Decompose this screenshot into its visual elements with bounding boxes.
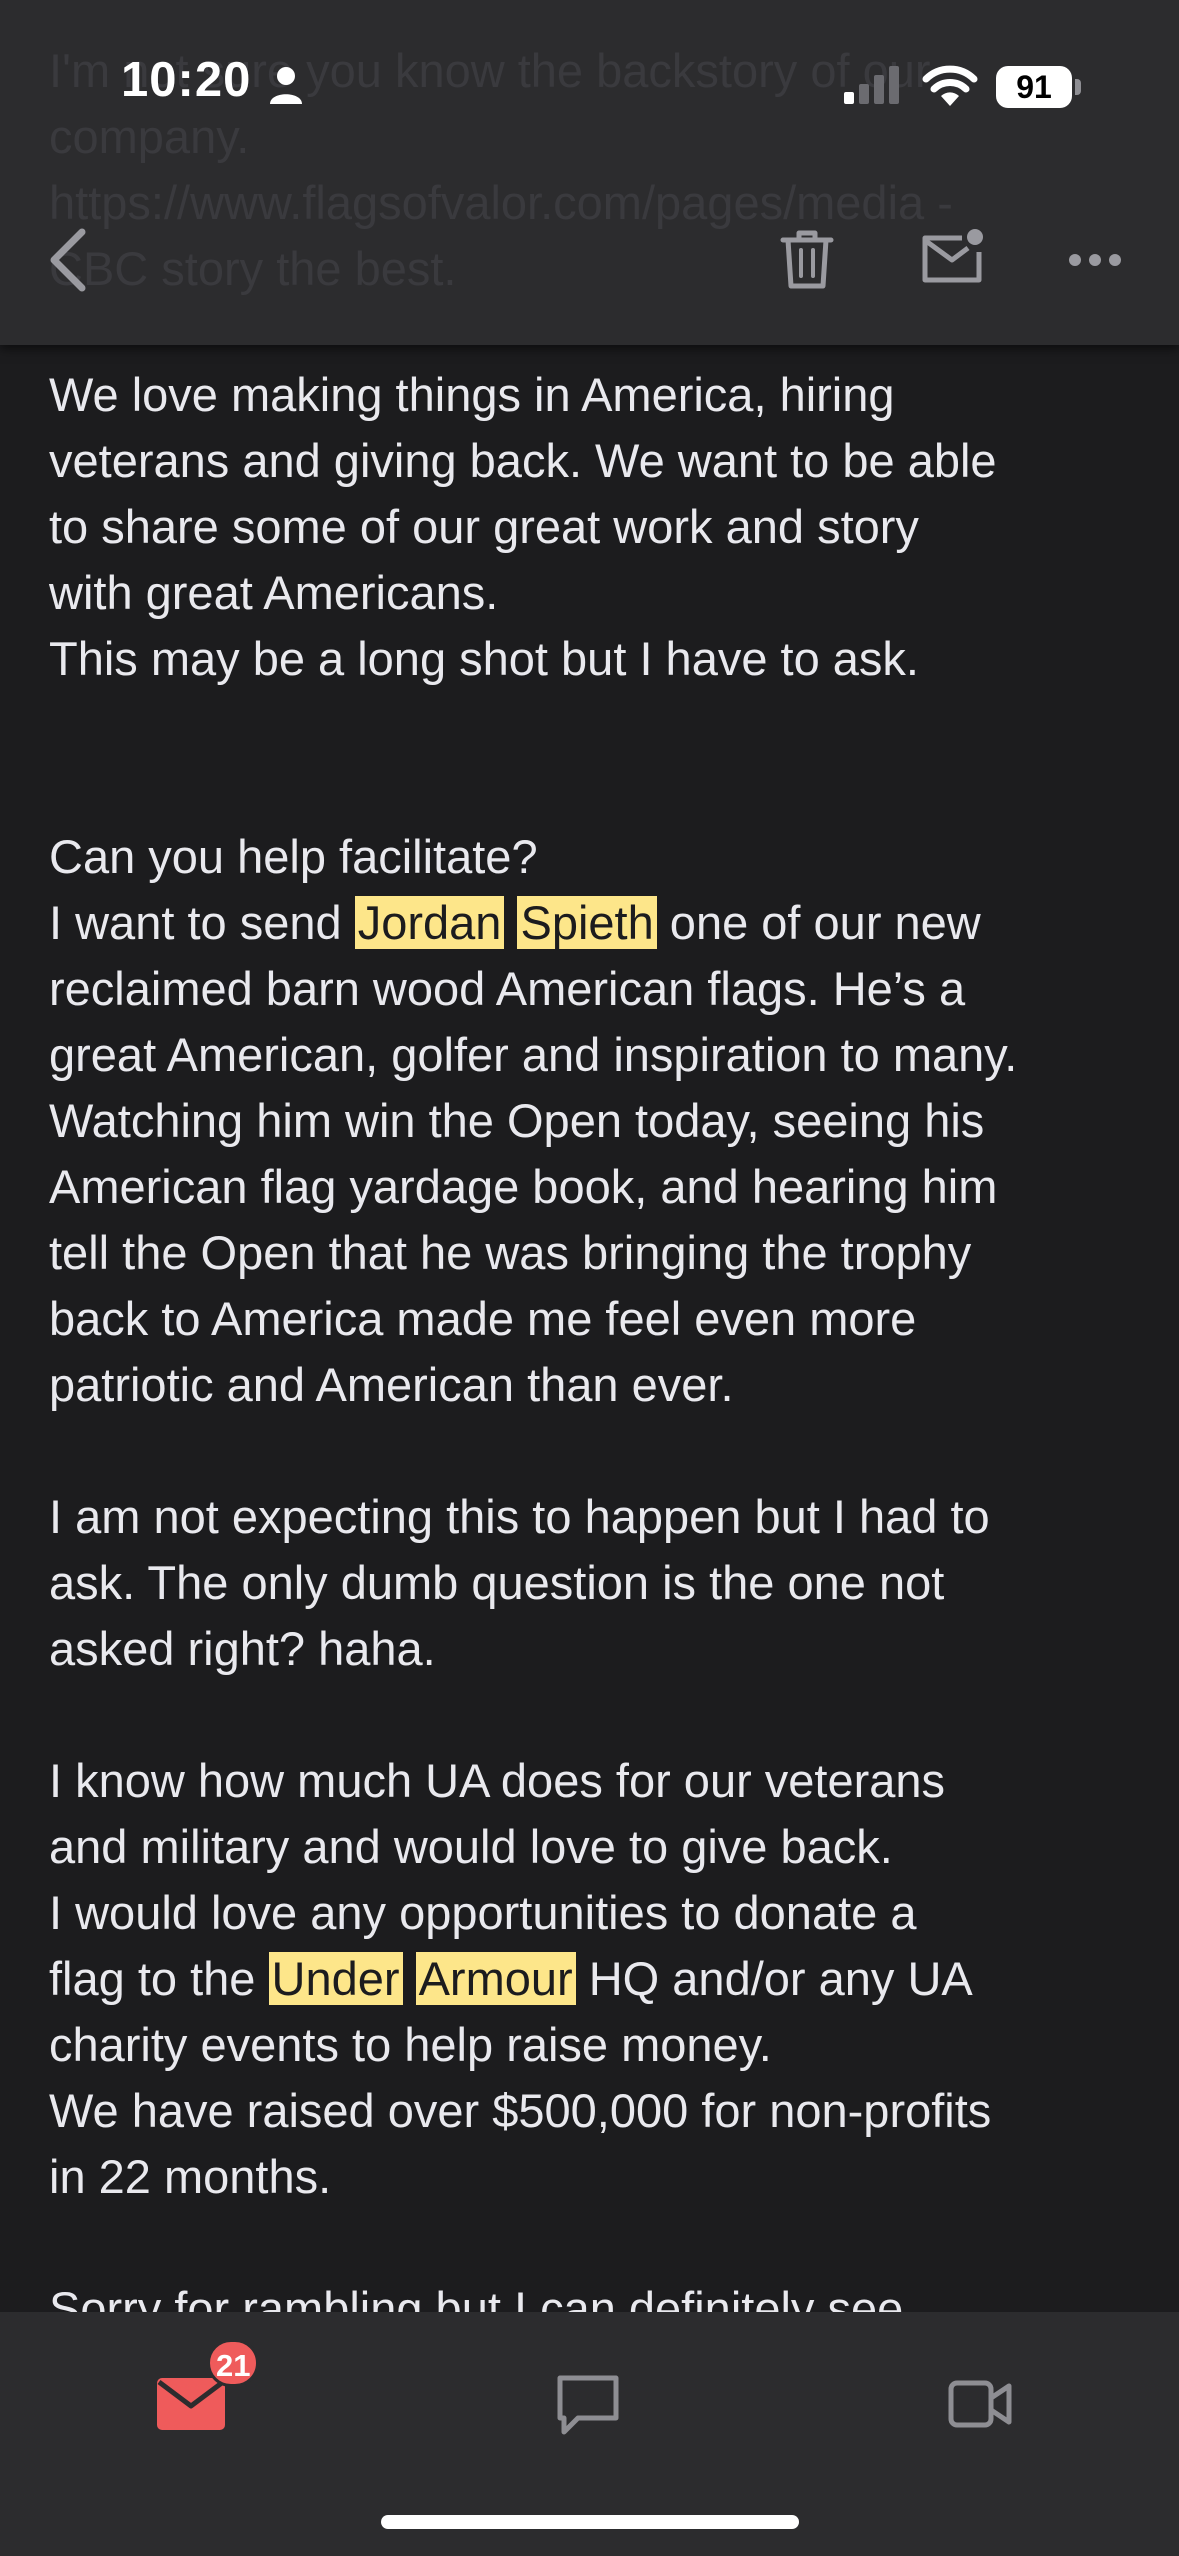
email-text: flag to the (49, 1952, 269, 2005)
more-icon[interactable] (1068, 253, 1122, 267)
email-line (49, 758, 1159, 824)
cellular-signal-icon (844, 66, 899, 104)
email-text: I want to send (49, 896, 355, 949)
email-text: one of our new (656, 896, 981, 949)
email-line: Watching him win the Open today, seeing … (49, 1094, 985, 1147)
email-line: with great Americans. (49, 566, 499, 619)
unread-count-badge: 21 (207, 2339, 260, 2387)
chat-icon[interactable] (556, 2374, 620, 2436)
search-highlight: Armour (415, 1952, 576, 2005)
search-highlight: Under (268, 1952, 403, 2005)
top-navigation-bar: I'm not sure you know the backstory of o… (0, 0, 1179, 345)
email-line: and military and would love to give back… (49, 1820, 893, 1873)
email-line: veterans and giving back. We want to be … (49, 434, 997, 487)
trash-icon[interactable] (779, 228, 835, 290)
mail-icon[interactable] (155, 2376, 227, 2432)
email-line: I want to send Jordan Spieth one of our … (49, 890, 1159, 956)
email-line: I am not expecting this to happen but I … (49, 1490, 990, 1543)
email-line: Can you help facilitate? (49, 830, 538, 883)
email-line (49, 1682, 1159, 1748)
email-body: We love making things in America, hiring… (49, 362, 1159, 2342)
email-line: American flag yardage book, and hearing … (49, 1160, 998, 1213)
email-line: This may be a long shot but I have to as… (49, 632, 919, 685)
email-line: ask. The only dumb question is the one n… (49, 1556, 945, 1609)
email-line: I would love any opportunities to donate… (49, 1886, 917, 1939)
email-line: asked right? haha. (49, 1622, 436, 1675)
email-line (49, 692, 1159, 758)
back-chevron-icon[interactable] (48, 228, 88, 292)
email-line: reclaimed barn wood American flags. He’s… (49, 962, 966, 1015)
email-line: We have raised over $500,000 for non-pro… (49, 2084, 992, 2137)
email-line: great American, golfer and inspiration t… (49, 1028, 1018, 1081)
email-line (49, 2210, 1159, 2276)
email-line: to share some of our great work and stor… (49, 500, 919, 553)
mark-unread-icon[interactable] (920, 228, 984, 284)
email-line: back to America made me feel even more (49, 1292, 917, 1345)
email-line (49, 1418, 1159, 1484)
ghost-line: company. (49, 110, 250, 163)
email-text: HQ and/or any UA (575, 1952, 973, 2005)
battery-tip (1075, 79, 1081, 95)
person-icon (270, 67, 302, 104)
search-highlight: Jordan (354, 896, 505, 949)
wifi-icon (922, 65, 978, 106)
email-line: in 22 months. (49, 2150, 332, 2203)
search-highlight: Spieth (517, 896, 657, 949)
email-line: flag to the Under Armour HQ and/or any U… (49, 1946, 1159, 2012)
ghost-line: https://www.flagsofvalor.com/pages/media… (49, 176, 953, 229)
email-line: I know how much UA does for our veterans (49, 1754, 946, 1807)
home-indicator (381, 2515, 799, 2529)
email-text (403, 1952, 416, 2005)
email-text (504, 896, 517, 949)
email-line: We love making things in America, hiring (49, 368, 895, 421)
video-icon[interactable] (948, 2380, 1012, 2428)
email-line: charity events to help raise money. (49, 2018, 772, 2071)
battery-indicator: 91 (996, 66, 1072, 108)
status-bar-time: 10:20 (121, 53, 252, 107)
email-line: tell the Open that he was bringing the t… (49, 1226, 972, 1279)
email-line: patriotic and American than ever. (49, 1358, 734, 1411)
